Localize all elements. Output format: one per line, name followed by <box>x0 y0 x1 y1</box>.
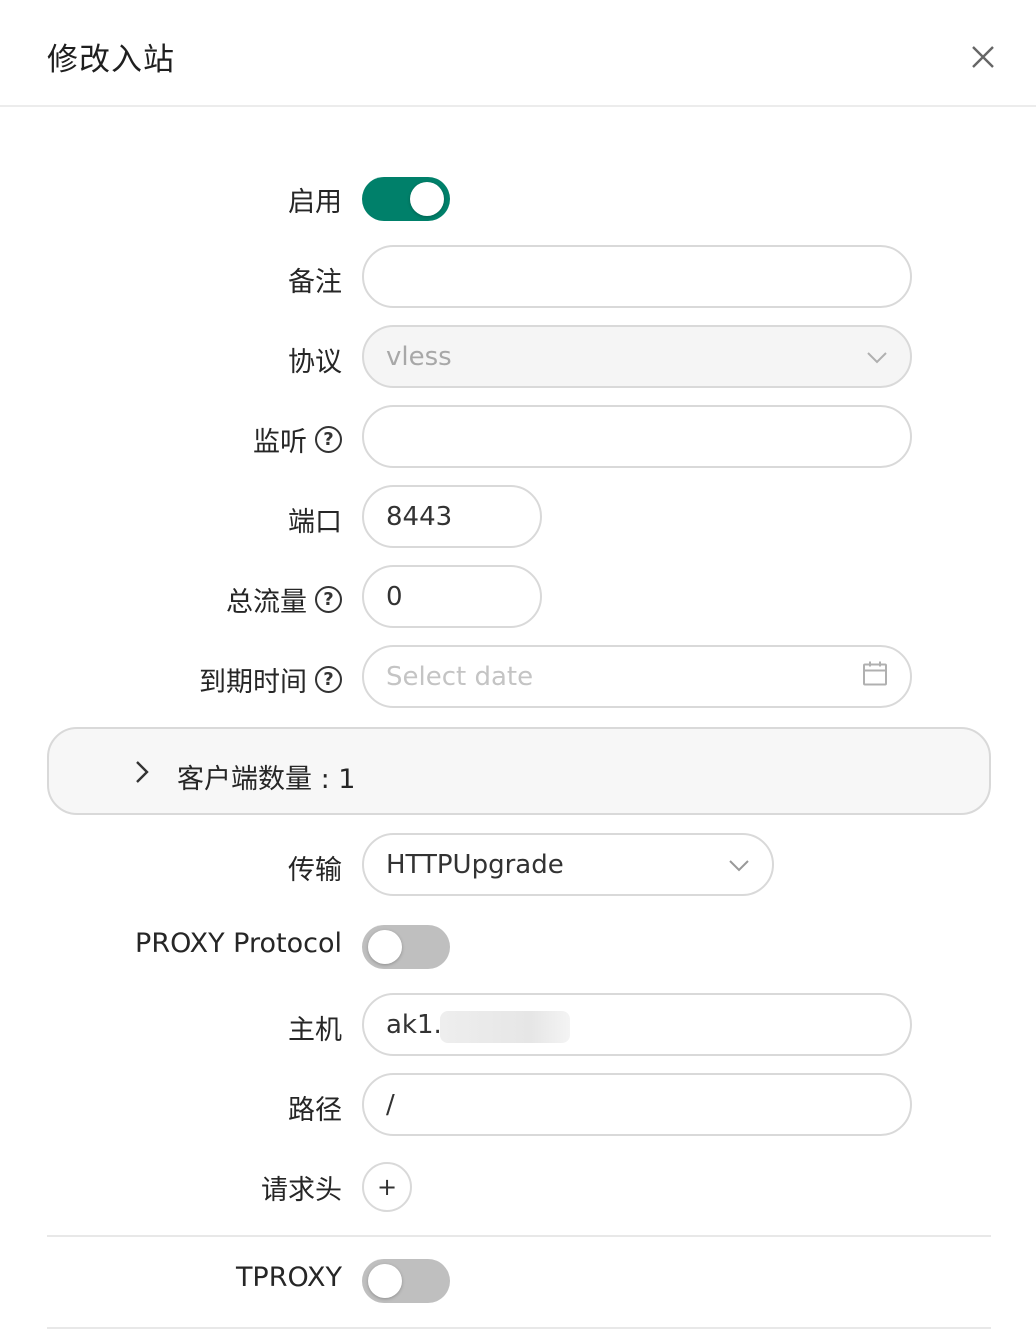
chevron-down-icon <box>728 850 750 880</box>
transport-select[interactable]: HTTPUpgrade <box>362 833 774 896</box>
question-circle-icon[interactable]: ? <box>315 586 342 613</box>
clients-count-label: 客户端数量 : 1 <box>177 764 356 795</box>
divider <box>47 1327 991 1329</box>
total-traffic-input[interactable]: 0 <box>362 565 542 628</box>
total-traffic-label: 总流量 ? <box>226 580 342 619</box>
remark-label: 备注 <box>288 267 342 298</box>
protocol-select[interactable]: vless <box>362 325 912 388</box>
tproxy-label: TPROXY <box>235 1262 342 1293</box>
listen-label: 监听 ? <box>253 420 342 459</box>
path-input[interactable]: / <box>362 1073 912 1136</box>
path-label: 路径 <box>288 1095 342 1126</box>
listen-input[interactable] <box>362 405 912 468</box>
port-input[interactable]: 8443 <box>362 485 542 548</box>
enable-label: 启用 <box>288 187 342 218</box>
expiry-date-picker[interactable]: Select date <box>362 645 912 708</box>
transport-label: 传输 <box>288 855 342 886</box>
proxy-protocol-label: PROXY Protocol <box>135 928 342 959</box>
chevron-down-icon <box>866 342 888 372</box>
dialog-header: 修改入站 <box>0 0 1036 107</box>
dialog-title: 修改入站 <box>47 42 175 78</box>
expiry-label: 到期时间 ? <box>199 660 342 699</box>
toggle-knob <box>368 1264 402 1298</box>
proxy-protocol-toggle[interactable] <box>362 925 450 969</box>
remark-input[interactable] <box>362 245 912 308</box>
date-placeholder: Select date <box>386 661 534 692</box>
enable-toggle[interactable] <box>362 177 450 221</box>
add-header-button[interactable]: + <box>362 1162 412 1212</box>
chevron-right-icon <box>133 759 151 789</box>
port-label: 端口 <box>288 507 342 538</box>
request-header-label: 请求头 <box>261 1175 342 1206</box>
redaction-blur <box>440 1011 570 1043</box>
divider <box>47 1235 991 1237</box>
question-circle-icon[interactable]: ? <box>315 666 342 693</box>
question-circle-icon[interactable]: ? <box>315 426 342 453</box>
edit-inbound-dialog: 修改入站 启用 备注 协议 vless 监听 ? 端口 8443 总流量 ? 0… <box>0 0 1036 1330</box>
calendar-icon <box>862 660 888 693</box>
toggle-knob <box>368 930 402 964</box>
protocol-label: 协议 <box>288 347 342 378</box>
host-label: 主机 <box>288 1015 342 1046</box>
toggle-knob <box>410 182 444 216</box>
close-icon[interactable] <box>964 38 1002 76</box>
clients-collapse-header[interactable]: 客户端数量 : 1 <box>47 727 991 815</box>
tproxy-toggle[interactable] <box>362 1259 450 1303</box>
